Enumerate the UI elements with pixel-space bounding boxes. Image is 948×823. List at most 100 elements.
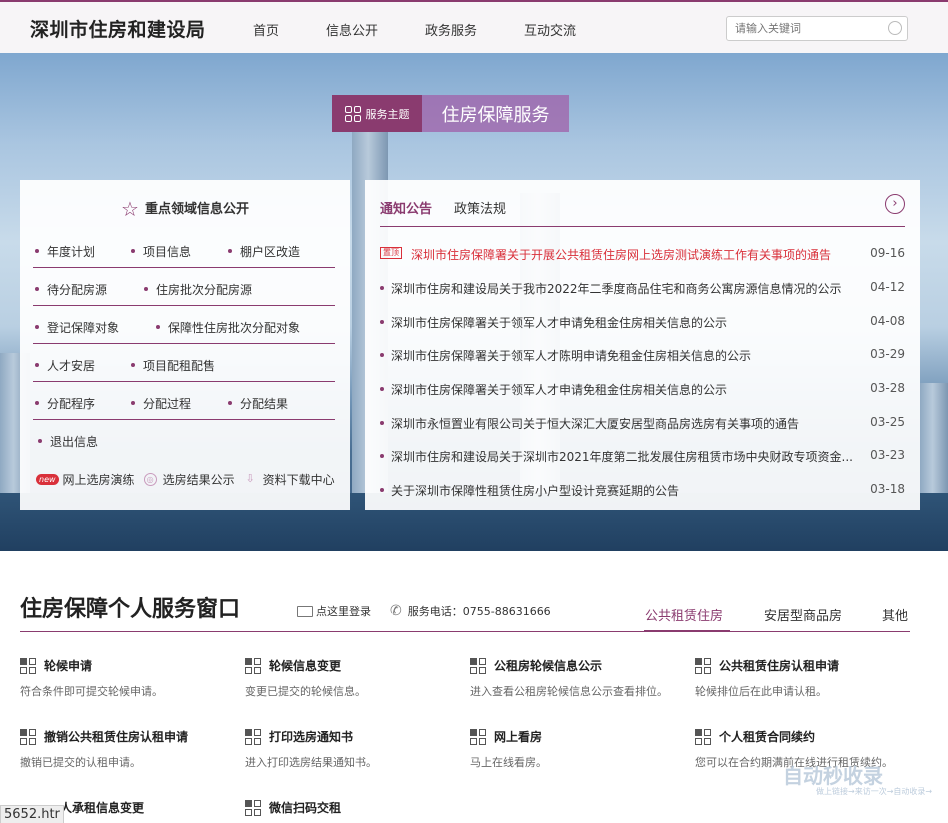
tab-other[interactable]: 其他 [882, 605, 908, 624]
service-item[interactable]: 撤销公共租赁住房认租申请 撤销已提交的认租申请。 [20, 728, 240, 770]
active-tab-indicator [644, 630, 730, 632]
search-input[interactable] [727, 17, 877, 40]
key-info-link[interactable]: 项目信息 [129, 243, 191, 260]
news-title: 关于深圳市保障性租赁住房小户型设计竞赛延期的公告 [391, 484, 680, 498]
key-info-row: 人才安居 项目配租配售 [33, 344, 335, 382]
news-date: 04-08 [870, 314, 905, 328]
service-item[interactable]: 公共租赁住房认租申请 轮候排位后在此申请认租。 [695, 657, 915, 699]
service-grid-icon [245, 728, 261, 745]
search-box [726, 16, 908, 41]
news-item[interactable]: 深圳市住房和建设局关于我市2022年二季度商品住宅和商务公寓房源信息情况的公示 … [380, 280, 905, 300]
service-item[interactable]: 轮候信息变更 变更已提交的轮候信息。 [245, 657, 465, 699]
nav-gov-services[interactable]: 政务服务 [425, 20, 477, 39]
service-title: 轮候申请 [44, 659, 93, 673]
key-info-link[interactable]: 退出信息 [36, 433, 98, 450]
key-info-link[interactable]: 人才安居 [33, 357, 95, 374]
key-info-link[interactable]: 项目配租配售 [129, 357, 215, 374]
service-item[interactable]: 公租房轮候信息公示 进入查看公租房轮候信息公示查看排位。 [470, 657, 690, 699]
tab-policies[interactable]: 政策法规 [454, 198, 506, 217]
key-info-link[interactable]: 住房批次分配房源 [142, 281, 252, 298]
login-link[interactable]: 点这里登录 [297, 603, 371, 619]
news-title: 深圳市住房保障署关于领军人才陈明申请免租金住房相关信息的公示 [391, 349, 752, 363]
tab-affordable-housing[interactable]: 安居型商品房 [764, 605, 842, 624]
service-item[interactable]: 微信扫码交租 [245, 799, 465, 816]
nav-info-disclosure[interactable]: 信息公开 [326, 20, 378, 39]
news-item[interactable]: 深圳市永恒置业有限公司关于恒大深汇大厦安居型商品房选房有关事项的通告 03-25 [380, 415, 905, 435]
service-title: 公租房轮候信息公示 [494, 659, 603, 673]
star-icon: ☆ [121, 197, 139, 221]
hero-banner: 服务主题 住房保障服务 ☆ 重点领域信息公开 年度计划 项目信息 棚户区改造 待分… [0, 53, 948, 551]
key-info-row: 待分配房源 住房批次分配房源 [33, 268, 335, 306]
service-desc: 马上在线看房。 [470, 756, 547, 769]
service-desc: 轮候排位后在此申请认租。 [695, 685, 827, 698]
service-theme-title: 住房保障服务 [422, 95, 569, 132]
key-info-row: 年度计划 项目信息 棚户区改造 [33, 230, 335, 268]
download-icon: ⇩ [245, 472, 255, 485]
news-item[interactable]: 深圳市住房和建设局关于深圳市2021年度第二批发展住房租赁市场中央财政专项资金.… [380, 448, 905, 468]
service-phone: ✆ 服务电话：0755-88631666 [390, 603, 551, 619]
key-info-link[interactable]: 待分配房源 [33, 281, 107, 298]
key-info-link[interactable]: 年度计划 [33, 243, 95, 260]
service-item[interactable]: 网上看房 马上在线看房。 [470, 728, 690, 770]
online-selection-drill-link[interactable]: new 网上选房演练 [36, 471, 135, 488]
search-icon[interactable] [888, 21, 902, 35]
key-info-row: 登记保障对象 保障性住房批次分配对象 [33, 306, 335, 344]
nav-interaction[interactable]: 互动交流 [524, 20, 576, 39]
bullet-icon [380, 421, 384, 425]
key-info-link[interactable]: 分配结果 [226, 395, 288, 412]
news-title: 深圳市住房和建设局关于深圳市2021年度第二批发展住房租赁市场中央财政专项资金.… [391, 450, 853, 464]
news-item[interactable]: 深圳市住房保障署关于领军人才陈明申请免租金住房相关信息的公示 03-29 [380, 347, 905, 367]
service-desc: 符合条件即可提交轮候申请。 [20, 685, 163, 698]
service-title: 个人租赁合同续约 [719, 730, 816, 744]
main-nav: 首页 信息公开 政务服务 互动交流 [253, 20, 623, 39]
watermark-subtitle: 做上链接→来访一次→自动收录→ [816, 787, 933, 796]
service-window-title: 住房保障个人服务窗口 [20, 597, 241, 622]
key-info-link[interactable]: 分配过程 [129, 395, 191, 412]
news-item[interactable]: 深圳市住房保障署关于领军人才申请免租金住房相关信息的公示 04-08 [380, 314, 905, 334]
bullet-icon [380, 387, 384, 391]
divider [20, 631, 910, 632]
key-info-title: ☆ 重点领域信息公开 [121, 197, 249, 221]
news-item[interactable]: 关于深圳市保障性租赁住房小户型设计竞赛延期的公告 03-18 [380, 482, 905, 502]
key-info-link[interactable]: 分配程序 [33, 395, 95, 412]
status-bar-url: 5652.htr [0, 805, 64, 823]
news-title: 深圳市永恒置业有限公司关于恒大深汇大厦安居型商品房选房有关事项的通告 [391, 417, 800, 431]
phone-icon: ✆ [390, 603, 402, 619]
selection-result-link[interactable]: ◎ 选房结果公示 [143, 471, 235, 488]
notices-panel: 通知公告 政策法规 › 置顶 深圳市住房保障署关于开展公共租赁住房网上选房测试演… [365, 180, 920, 510]
site-header: 深圳市住房和建设局 首页 信息公开 政务服务 互动交流 [0, 0, 948, 53]
service-title: 微信扫码交租 [269, 801, 342, 815]
grid-icon [344, 105, 361, 122]
tab-notices[interactable]: 通知公告 [380, 198, 432, 217]
service-grid-icon [20, 728, 36, 745]
service-desc: 变更已提交的轮候信息。 [245, 685, 366, 698]
key-info-link[interactable]: 棚户区改造 [226, 243, 300, 260]
site-title[interactable]: 深圳市住房和建设局 [30, 15, 206, 42]
key-info-link[interactable]: 保障性住房批次分配对象 [154, 319, 300, 336]
service-grid-icon [470, 657, 486, 674]
key-info-link[interactable]: 登记保障对象 [33, 319, 119, 336]
service-grid-icon [470, 728, 486, 745]
download-center-link[interactable]: ⇩ 资料下载中心 [244, 471, 334, 488]
notices-tabs: 通知公告 政策法规 [380, 198, 528, 217]
bullet-icon [380, 454, 384, 458]
service-item[interactable]: 轮候申请 符合条件即可提交轮候申请。 [20, 657, 240, 699]
tab-public-rental[interactable]: 公共租赁住房 [645, 605, 723, 624]
news-date: 03-25 [870, 415, 905, 429]
service-title: 撤销公共租赁住房认租申请 [44, 730, 189, 744]
result-icon: ◎ [143, 473, 157, 486]
monitor-icon [297, 605, 313, 617]
service-item[interactable]: 打印选房通知书 进入打印选房结果通知书。 [245, 728, 465, 770]
service-desc: 进入打印选房结果通知书。 [245, 756, 377, 769]
bullet-icon [380, 286, 384, 290]
news-item[interactable]: 置顶 深圳市住房保障署关于开展公共租赁住房网上选房测试演练工作有关事项的通告 0… [380, 246, 905, 266]
bullet-icon [380, 353, 384, 357]
news-date: 03-29 [870, 347, 905, 361]
nav-home[interactable]: 首页 [253, 20, 279, 39]
news-date: 03-18 [870, 482, 905, 496]
key-info-panel: ☆ 重点领域信息公开 年度计划 项目信息 棚户区改造 待分配房源 住房批次分配房源… [20, 180, 350, 510]
news-item[interactable]: 深圳市住房保障署关于领军人才申请免租金住房相关信息的公示 03-28 [380, 381, 905, 401]
divider [380, 226, 905, 227]
key-info-row: 退出信息 [33, 420, 335, 458]
more-arrow-icon[interactable]: › [885, 194, 905, 214]
